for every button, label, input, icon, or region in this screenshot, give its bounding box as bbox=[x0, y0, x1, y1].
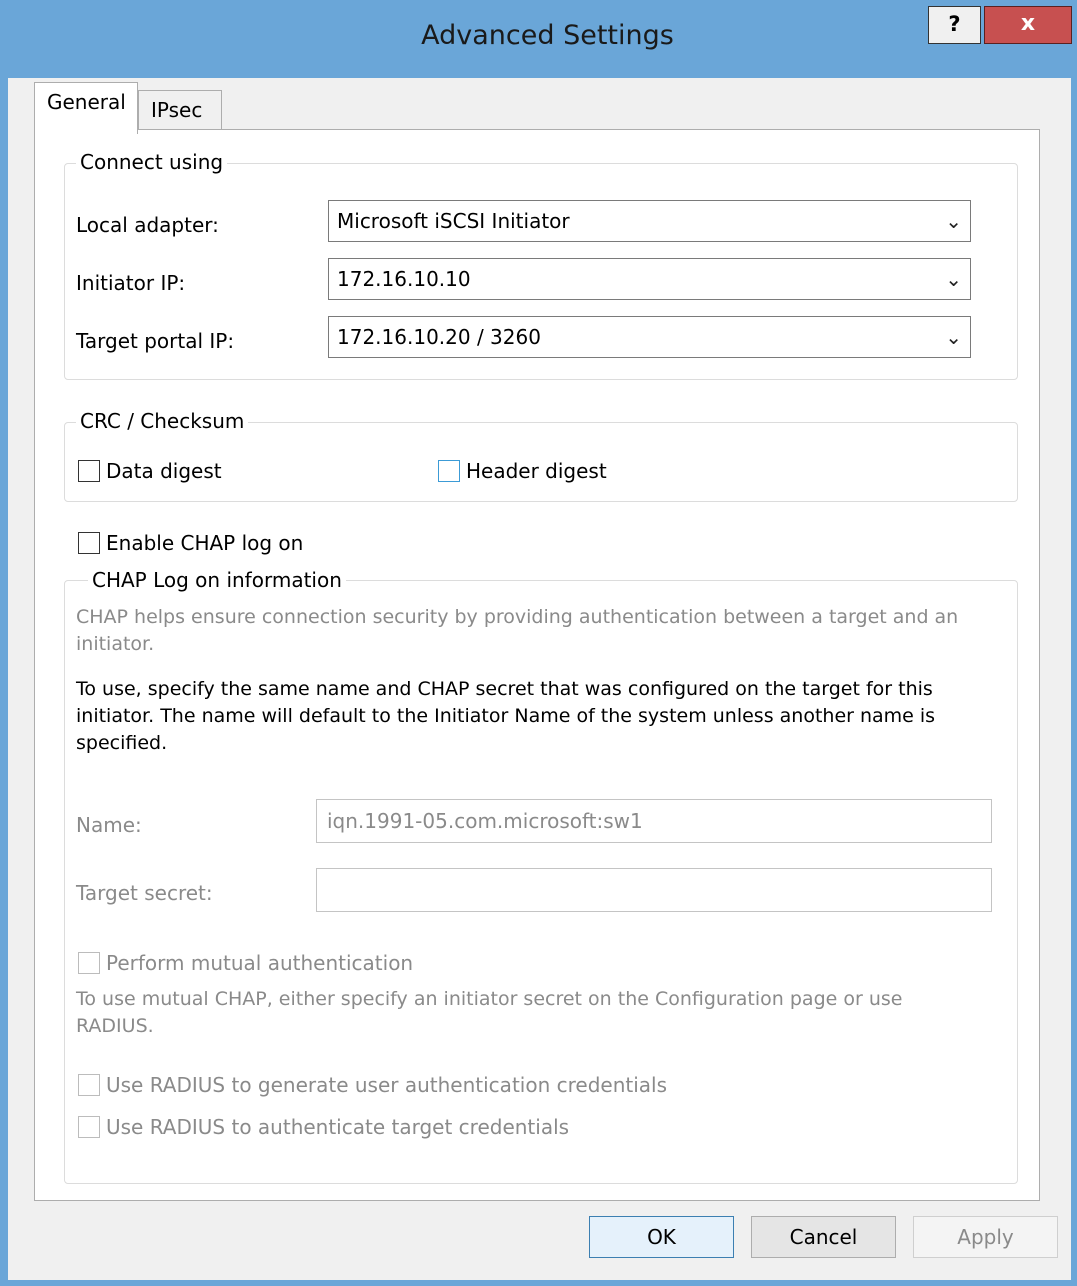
radius-generate-label: Use RADIUS to generate user authenticati… bbox=[106, 1073, 667, 1097]
chap-name-input[interactable]: iqn.1991-05.com.microsoft:sw1 bbox=[316, 799, 992, 843]
data-digest-checkbox[interactable]: Data digest bbox=[78, 459, 222, 483]
radius-authenticate-checkbox[interactable]: Use RADIUS to authenticate target creden… bbox=[78, 1115, 569, 1139]
window-title: Advanced Settings bbox=[421, 20, 674, 51]
chap-name-label: Name: bbox=[76, 813, 142, 837]
mutual-auth-label: Perform mutual authentication bbox=[106, 951, 414, 975]
radius-generate-checkbox[interactable]: Use RADIUS to generate user authenticati… bbox=[78, 1073, 667, 1097]
apply-button[interactable]: Apply bbox=[913, 1216, 1058, 1258]
checkbox-box[interactable] bbox=[78, 1116, 100, 1138]
chevron-down-icon: ⌄ bbox=[945, 209, 962, 233]
advanced-settings-window: Advanced Settings ? x General IPsec Conn… bbox=[0, 0, 1077, 1286]
checkbox-box[interactable] bbox=[78, 532, 100, 554]
checkbox-box[interactable] bbox=[78, 952, 100, 974]
initiator-ip-value: 172.16.10.10 bbox=[337, 267, 471, 291]
radius-authenticate-label: Use RADIUS to authenticate target creden… bbox=[106, 1115, 570, 1139]
local-adapter-label: Local adapter: bbox=[76, 213, 219, 237]
target-secret-input[interactable] bbox=[316, 868, 992, 912]
general-tab-panel: Connect using Local adapter: Microsoft i… bbox=[34, 129, 1040, 1201]
enable-chap-label: Enable CHAP log on bbox=[106, 531, 304, 555]
target-secret-label: Target secret: bbox=[76, 881, 213, 905]
mutual-auth-checkbox[interactable]: Perform mutual authentication bbox=[78, 951, 413, 975]
connect-using-title: Connect using bbox=[76, 150, 228, 174]
crc-checksum-title: CRC / Checksum bbox=[76, 409, 249, 433]
checkbox-box[interactable] bbox=[78, 460, 100, 482]
checkbox-box[interactable] bbox=[438, 460, 460, 482]
chevron-down-icon: ⌄ bbox=[945, 325, 962, 349]
checkbox-box[interactable] bbox=[78, 1074, 100, 1096]
header-digest-label: Header digest bbox=[466, 459, 607, 483]
cancel-button[interactable]: Cancel bbox=[751, 1216, 896, 1258]
chap-description: CHAP helps ensure connection security by… bbox=[76, 606, 959, 655]
initiator-ip-dropdown[interactable]: 172.16.10.10 ⌄ bbox=[328, 258, 971, 300]
target-portal-value: 172.16.10.20 / 3260 bbox=[337, 325, 541, 349]
ok-button[interactable]: OK bbox=[589, 1216, 734, 1258]
header-digest-checkbox[interactable]: Header digest bbox=[438, 459, 607, 483]
title-bar[interactable]: Advanced Settings ? x bbox=[0, 0, 1077, 78]
tab-ipsec[interactable]: IPsec bbox=[138, 90, 222, 130]
help-button[interactable]: ? bbox=[928, 6, 981, 44]
tab-general[interactable]: General bbox=[34, 82, 138, 134]
mutual-chap-note: To use mutual CHAP, either specify an in… bbox=[76, 988, 903, 1037]
local-adapter-dropdown[interactable]: Microsoft iSCSI Initiator ⌄ bbox=[328, 200, 971, 242]
target-portal-dropdown[interactable]: 172.16.10.20 / 3260 ⌄ bbox=[328, 316, 971, 358]
close-button[interactable]: x bbox=[984, 6, 1072, 44]
local-adapter-value: Microsoft iSCSI Initiator bbox=[337, 209, 570, 233]
enable-chap-checkbox[interactable]: Enable CHAP log on bbox=[78, 531, 303, 555]
dialog-client-area: General IPsec Connect using Local adapte… bbox=[8, 78, 1071, 1280]
chevron-down-icon: ⌄ bbox=[945, 267, 962, 291]
chap-logon-title: CHAP Log on information bbox=[88, 568, 346, 592]
target-portal-label: Target portal IP: bbox=[76, 329, 235, 353]
chap-instructions: To use, specify the same name and CHAP s… bbox=[76, 678, 936, 754]
data-digest-label: Data digest bbox=[106, 459, 222, 483]
initiator-ip-label: Initiator IP: bbox=[76, 271, 186, 295]
